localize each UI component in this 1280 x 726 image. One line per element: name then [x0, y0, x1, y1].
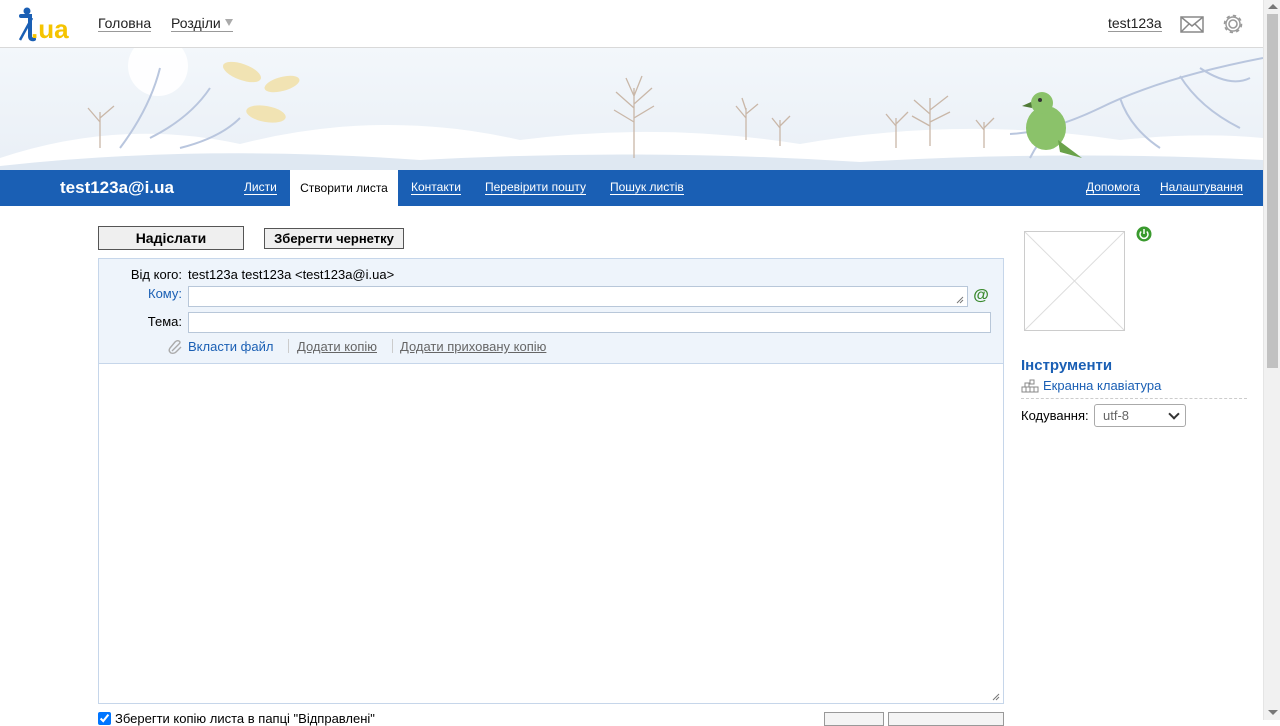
message-body[interactable] [98, 363, 1004, 704]
encoding-label: Кодування: [1021, 408, 1089, 423]
scroll-thumb[interactable] [1267, 14, 1278, 368]
resize-handle-icon[interactable] [956, 296, 964, 304]
account-email: test123a@i.ua [60, 178, 174, 197]
nav-sections-label: Розділи [171, 15, 221, 31]
keyboard-icon [1021, 379, 1039, 393]
tools-title: Інструменти [1021, 357, 1113, 374]
save-copy-label: Зберегти копію листа в папці "Відправлен… [115, 711, 375, 726]
username-link[interactable]: test123a [1108, 15, 1162, 32]
attach-file-link[interactable]: Вкласти файл [188, 339, 273, 354]
nav-help[interactable]: Допомога [1086, 180, 1140, 195]
save-copy-checkbox[interactable] [98, 712, 111, 725]
nav-check-mail[interactable]: Перевірити пошту [485, 180, 587, 195]
nav-settings[interactable]: Налаштування [1160, 180, 1243, 195]
top-bar: .ua Головна Розділи test123a [0, 0, 1263, 48]
divider [392, 339, 393, 353]
at-icon[interactable]: @ [972, 287, 990, 305]
divider [1021, 398, 1247, 399]
encoding-value: utf-8 [1103, 408, 1130, 423]
from-value: test123a test123a <test123a@i.ua> [188, 267, 395, 282]
mail-icon[interactable] [1179, 11, 1205, 37]
subject-field[interactable] [188, 312, 991, 333]
gear-icon[interactable] [1220, 11, 1246, 37]
from-label: Від кого: [130, 267, 182, 282]
divider [288, 339, 289, 353]
nav-letters[interactable]: Листи [244, 180, 277, 195]
to-link[interactable]: Кому: [148, 286, 182, 301]
image-placeholder-icon [1024, 231, 1125, 331]
svg-text:.ua: .ua [31, 14, 69, 42]
logo[interactable]: .ua [18, 6, 76, 42]
add-bcc-link[interactable]: Додати приховану копію [400, 339, 546, 354]
nav-compose-active[interactable]: Створити листа [290, 170, 398, 206]
nav-contacts[interactable]: Контакти [411, 180, 461, 195]
encoding-select[interactable]: utf-8 [1094, 404, 1186, 427]
chevron-down-icon [1168, 408, 1180, 420]
chevron-down-icon [224, 19, 233, 26]
nav-search-letters[interactable]: Пошук листів [610, 180, 684, 195]
on-screen-keyboard-link[interactable]: Екранна клавіатура [1043, 378, 1161, 393]
add-cc-link[interactable]: Додати копію [297, 339, 377, 354]
power-icon[interactable] [1136, 226, 1152, 242]
to-field[interactable] [188, 286, 968, 307]
nav-sections[interactable]: Розділи [171, 15, 233, 32]
save-draft-button[interactable]: Зберегти чернетку [264, 228, 404, 249]
footer-button[interactable] [824, 712, 884, 726]
nav-home[interactable]: Головна [98, 15, 152, 32]
scroll-down-arrow[interactable] [1268, 710, 1278, 715]
avatar-placeholder[interactable] [1024, 231, 1125, 331]
resize-handle-icon[interactable] [992, 693, 1000, 701]
winter-banner [0, 48, 1263, 170]
subject-label: Тема: [147, 314, 182, 329]
page-scrollbar[interactable] [1263, 0, 1280, 720]
scroll-up-arrow[interactable] [1268, 4, 1278, 9]
banner-illustration [0, 48, 1263, 170]
save-copy-option[interactable]: Зберегти копію листа в папці "Відправлен… [98, 711, 375, 726]
paperclip-icon [168, 339, 182, 355]
send-button[interactable]: Надіслати [98, 226, 244, 250]
footer-button[interactable] [888, 712, 1004, 726]
to-label-wrap: Кому: [98, 286, 182, 301]
mail-navbar: test123a@i.ua Листи Створити листа Конта… [0, 170, 1263, 206]
